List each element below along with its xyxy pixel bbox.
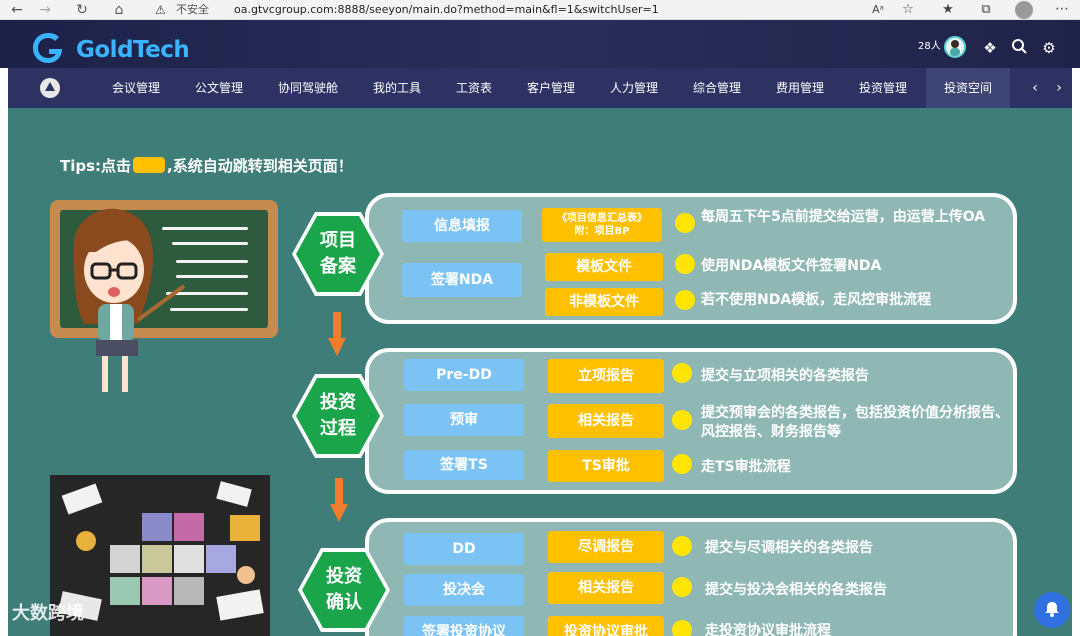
tips-prefix: Tips:点击 — [60, 157, 132, 175]
tips-suffix: ,系统自动跳转到相关页面！ — [167, 157, 353, 175]
non-template-file-desc: 若不使用NDA模板，走风控审批流程 — [701, 292, 932, 308]
sign-agreement-button[interactable]: 签署投资协议 — [404, 616, 524, 636]
nav-item-hr[interactable]: 人力管理 — [598, 68, 670, 108]
teacher-character-icon — [73, 208, 186, 392]
template-file-button[interactable]: 模板文件 — [545, 253, 663, 281]
pre-review-report-button[interactable]: 相关报告 — [548, 404, 664, 438]
online-count[interactable]: 28人 — [918, 40, 941, 54]
ic-report-button[interactable]: 相关报告 — [548, 572, 664, 604]
smiley-icon — [672, 577, 692, 597]
nav-item-expense[interactable]: 费用管理 — [764, 68, 836, 108]
smiley-icon — [672, 363, 692, 383]
apps-grid-icon[interactable]: ❖ — [980, 38, 1000, 58]
logo-text[interactable]: GoldTech — [76, 36, 190, 64]
pre-dd-button[interactable]: Pre-DD — [404, 359, 524, 391]
project-summary-button[interactable]: 《项目信息汇总表》 附：项目BP — [542, 208, 662, 242]
nav-item-general[interactable]: 综合管理 — [681, 68, 753, 108]
pre-dd-desc: 提交与立项相关的各类报告 — [701, 368, 869, 384]
nav-item-investment[interactable]: 投资管理 — [847, 68, 919, 108]
warning-icon[interactable]: ⚠ — [155, 1, 166, 19]
nav-item-document[interactable]: 公文管理 — [183, 68, 255, 108]
nav-item-meeting[interactable]: 会议管理 — [100, 68, 172, 108]
project-summary-label: 《项目信息汇总表》 — [557, 213, 647, 224]
notification-bell-icon[interactable] — [1034, 592, 1070, 628]
nav-item-customer[interactable]: 客户管理 — [515, 68, 587, 108]
back-icon[interactable]: ← — [8, 1, 26, 19]
address-bar[interactable]: oa.gtvcgroup.com:8888/seeyon/main.do?met… — [234, 2, 659, 18]
info-fill-desc: 每周五下午5点前提交给运营，由运营上传OA — [701, 209, 986, 225]
favorites-list-icon[interactable]: ★ — [938, 1, 958, 19]
hex-line-2: 确认 — [326, 592, 362, 613]
main-nav: 会议管理 公文管理 协同驾驶舱 我的工具 工资表 客户管理 人力管理 综合管理 … — [8, 68, 1072, 108]
nav-home-icon[interactable] — [40, 78, 60, 98]
tips-text: Tips:点击 ,系统自动跳转到相关页面！ — [60, 155, 353, 177]
ic-meeting-desc: 提交与投决会相关的各类报告 — [705, 582, 887, 598]
template-file-desc: 使用NDA模板文件签署NDA — [701, 258, 882, 274]
user-avatar[interactable] — [944, 36, 966, 58]
profile-avatar[interactable] — [1015, 1, 1033, 19]
forward-icon[interactable]: → — [36, 1, 54, 19]
sign-ts-button[interactable]: 签署TS — [404, 450, 524, 480]
info-fill-button[interactable]: 信息填报 — [402, 210, 522, 242]
ts-approval-button[interactable]: TS审批 — [548, 450, 664, 482]
down-arrow-icon — [328, 312, 346, 356]
smiley-icon — [675, 290, 695, 310]
read-aloud-icon[interactable]: Aᵃ — [868, 1, 888, 19]
smiley-icon — [672, 410, 692, 430]
content-area: Tips:点击 ,系统自动跳转到相关页面！ 项目 备案 信息填报 《项目信息汇总… — [8, 108, 1072, 636]
hex-line-1: 投资 — [320, 392, 356, 413]
nav-item-investment-space[interactable]: 投资空间 — [926, 68, 1010, 108]
sign-agreement-desc: 走投资协议审批流程 — [705, 623, 831, 636]
smiley-icon — [675, 213, 695, 233]
watermark-text: 大数跨境 — [12, 603, 84, 624]
tips-pill — [133, 157, 166, 173]
sign-nda-button[interactable]: 签署NDA — [402, 263, 522, 297]
insecure-label[interactable]: 不安全 — [176, 2, 209, 18]
favorite-star-icon[interactable]: ☆ — [898, 1, 918, 19]
nav-item-payroll[interactable]: 工资表 — [444, 68, 504, 108]
dd-button[interactable]: DD — [404, 533, 524, 565]
settings-gear-icon[interactable]: ⚙ — [1039, 38, 1059, 58]
smiley-icon — [672, 536, 692, 556]
nav-item-tools[interactable]: 我的工具 — [361, 68, 433, 108]
sign-ts-desc: 走TS审批流程 — [701, 459, 791, 475]
hex-line-2: 过程 — [320, 418, 356, 439]
nav-prev-icon[interactable]: ‹ — [1025, 68, 1045, 108]
dd-report-button[interactable]: 尽调报告 — [548, 531, 664, 563]
hex-line-1: 项目 — [320, 230, 356, 251]
search-icon[interactable] — [1009, 38, 1029, 58]
smiley-icon — [672, 620, 692, 636]
pre-review-desc: 提交预审会的各类报告，包括投资价值分析报告、风控报告、财务报告等 — [701, 405, 1009, 440]
browser-toolbar: ← → ↻ ⌂ ⚠ 不安全 oa.gtvcgroup.com:8888/seey… — [0, 0, 1080, 20]
refresh-icon[interactable]: ↻ — [73, 1, 91, 19]
hex-line-1: 投资 — [326, 566, 362, 587]
smiley-icon — [672, 454, 692, 474]
pre-review-button[interactable]: 预审 — [404, 404, 524, 436]
project-bp-label: 附：项目BP — [574, 226, 630, 237]
agreement-approval-button[interactable]: 投资协议审批 — [548, 616, 664, 636]
hex-line-2: 备案 — [320, 256, 356, 277]
goldtech-logo-icon[interactable] — [30, 30, 66, 66]
more-menu-icon[interactable]: ⋯ — [1050, 0, 1074, 20]
nav-item-cockpit[interactable]: 协同驾驶舱 — [266, 68, 350, 108]
ic-meeting-button[interactable]: 投决会 — [404, 574, 524, 606]
down-arrow-icon — [330, 478, 348, 522]
nav-next-icon[interactable]: › — [1049, 68, 1069, 108]
dd-desc: 提交与尽调相关的各类报告 — [705, 540, 873, 556]
smiley-icon — [675, 254, 695, 274]
initiation-report-button[interactable]: 立项报告 — [548, 359, 664, 393]
non-template-file-button[interactable]: 非模板文件 — [545, 288, 663, 316]
home-icon[interactable]: ⌂ — [110, 1, 128, 19]
collections-icon[interactable]: ⧉ — [976, 1, 996, 19]
